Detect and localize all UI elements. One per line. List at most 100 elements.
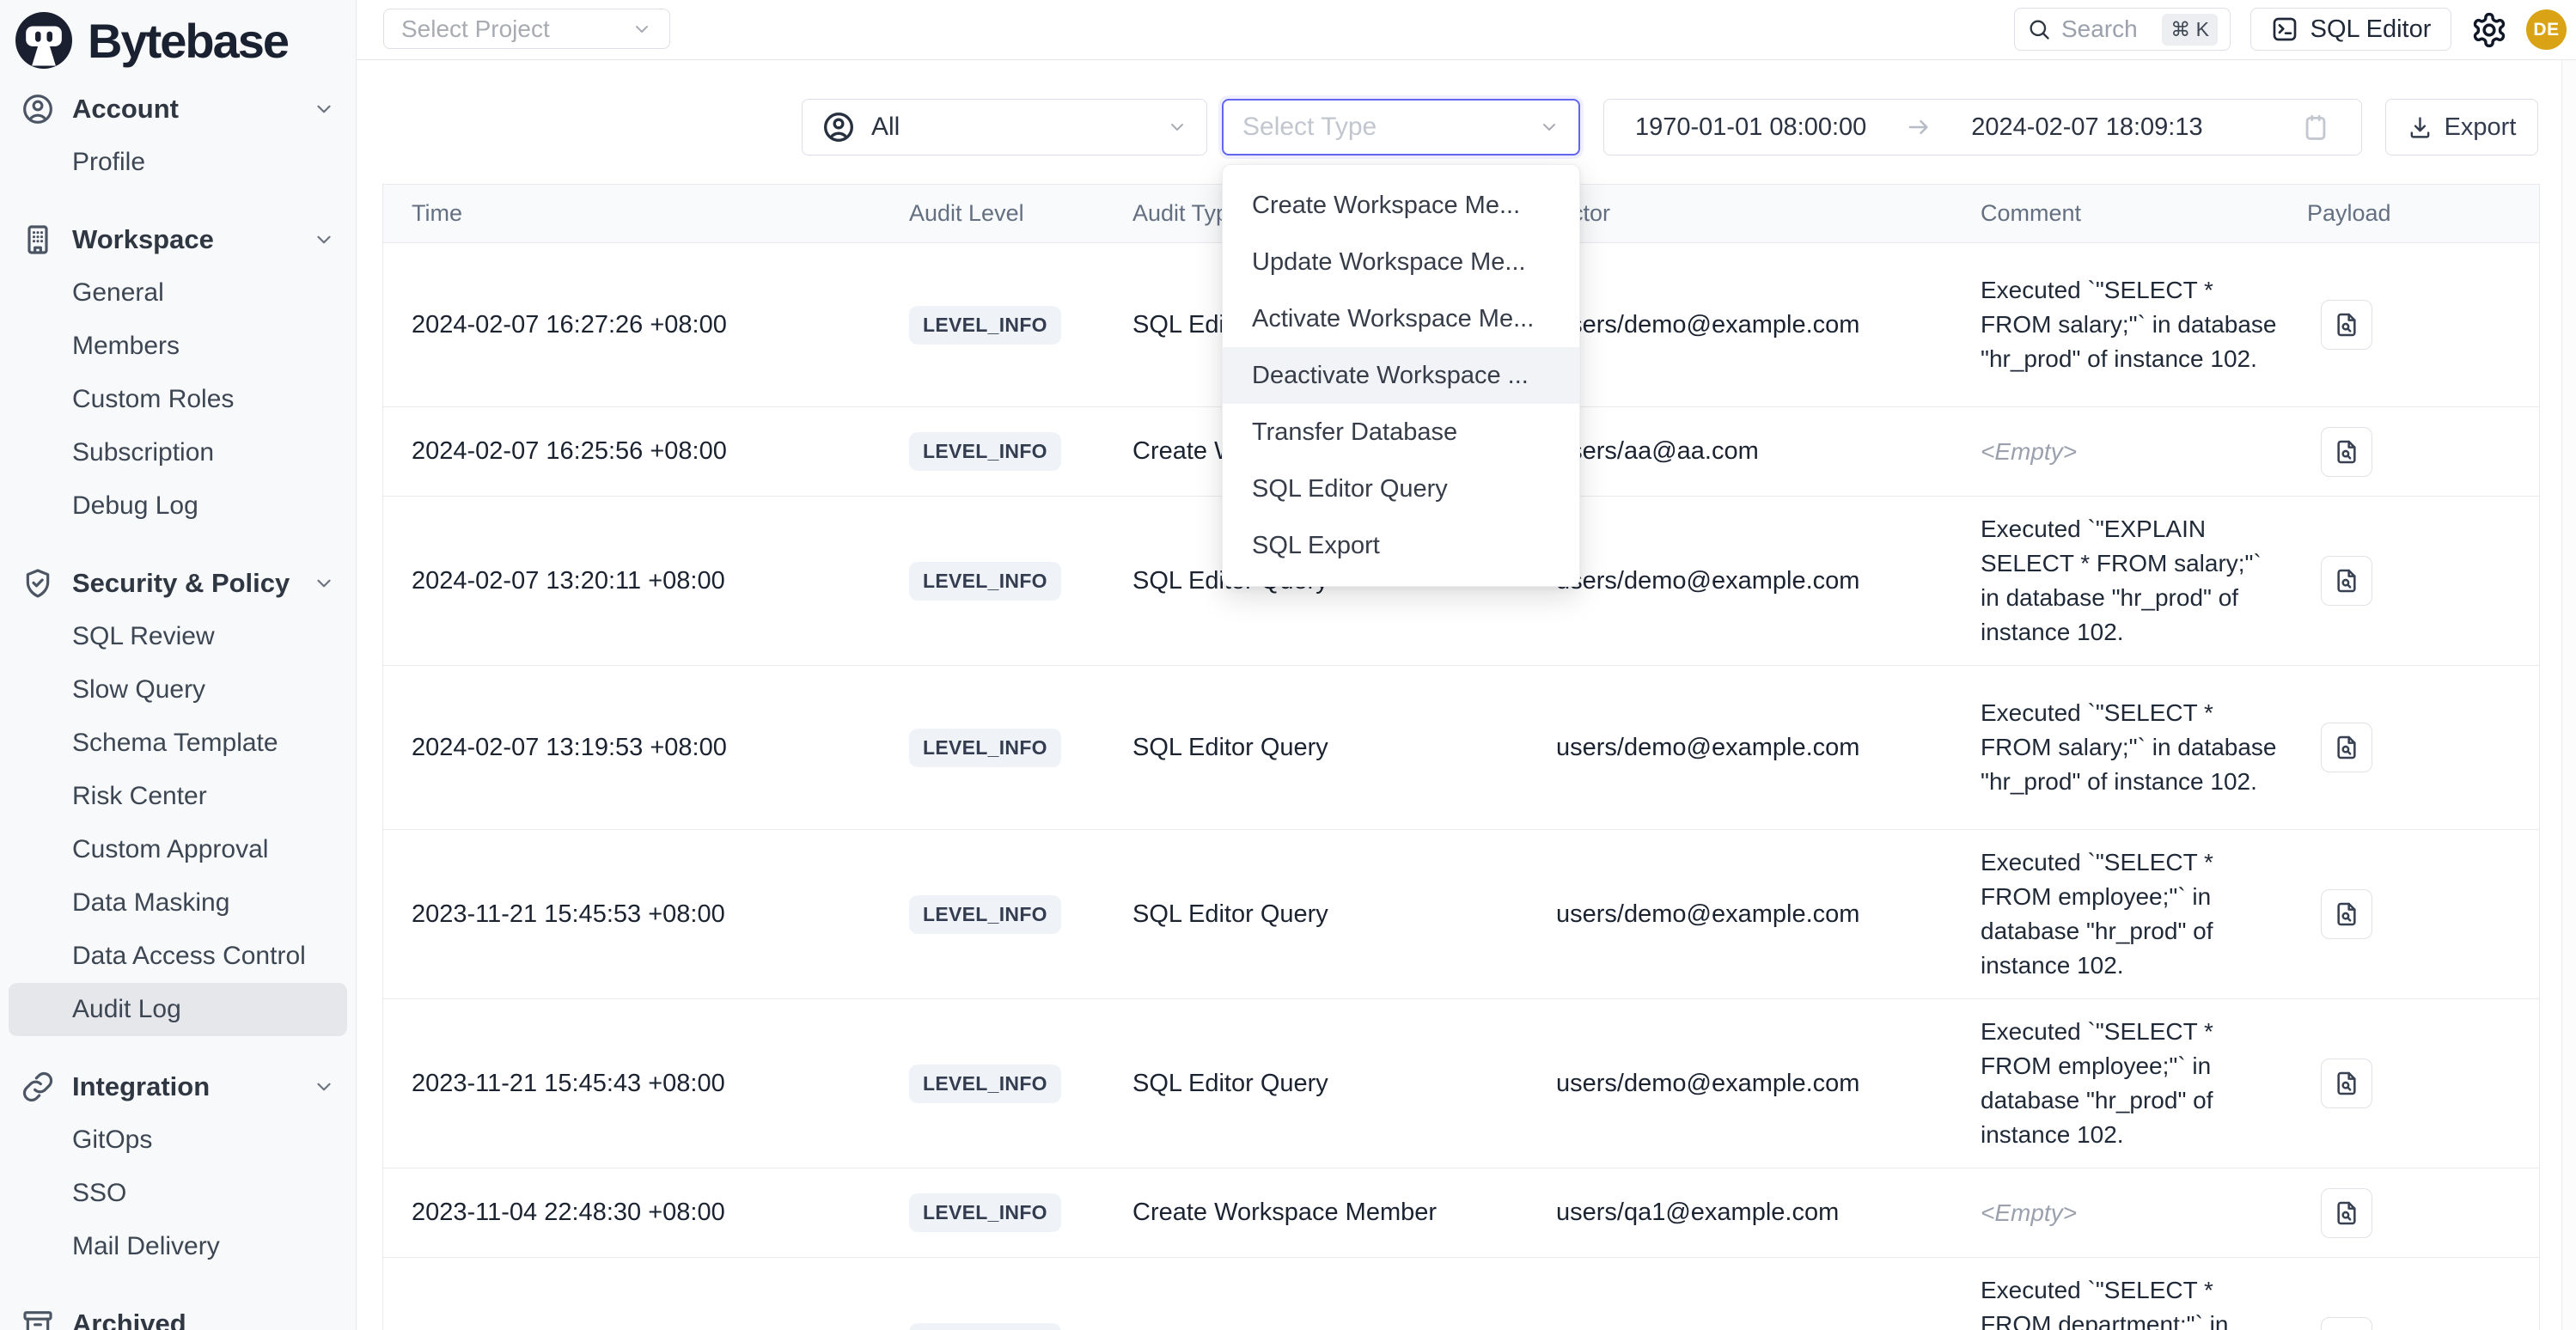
file-search-icon: [2333, 567, 2360, 595]
sidebar-item-custom-roles[interactable]: Custom Roles: [9, 373, 347, 426]
cell-actor: users/demo@example.com: [1556, 1070, 1981, 1098]
table-row: 2023-11-21 15:45:53 +08:00LEVEL_INFOSQL …: [383, 830, 2539, 999]
sidebar-item-data-access-control[interactable]: Data Access Control: [9, 930, 347, 983]
payload-view-button[interactable]: [2321, 723, 2372, 772]
cell-payload: [2307, 1059, 2539, 1108]
sidebar-section-header-account[interactable]: Account: [9, 82, 347, 136]
payload-view-button[interactable]: [2321, 1188, 2372, 1238]
sidebar-item-data-masking[interactable]: Data Masking: [9, 876, 347, 930]
table-row: 2024-02-07 13:19:53 +08:00LEVEL_INFOSQL …: [383, 666, 2539, 830]
payload-view-button[interactable]: [2321, 300, 2372, 350]
cell-audit-level: LEVEL_INFO: [909, 562, 1132, 601]
date-range-picker[interactable]: 1970-01-01 08:00:00 2024-02-07 18:09:13: [1603, 99, 2362, 156]
type-option-sql-editor-query[interactable]: SQL Editor Query: [1223, 461, 1579, 517]
cell-payload: [2307, 723, 2539, 772]
cell-time: 2023-11-21 15:45:53 +08:00: [412, 900, 909, 929]
sidebar-item-subscription[interactable]: Subscription: [9, 426, 347, 479]
audit-level-badge: LEVEL_INFO: [909, 562, 1061, 601]
logo[interactable]: Bytebase: [0, 0, 356, 77]
sidebar-item-gitops[interactable]: GitOps: [9, 1113, 347, 1167]
archive-icon: [21, 1307, 55, 1330]
sidebar-item-sso[interactable]: SSO: [9, 1167, 347, 1220]
cell-comment: <Empty>: [1981, 419, 2307, 485]
sidebar-item-sql-review[interactable]: SQL Review: [9, 610, 347, 663]
cell-time: 2024-02-07 16:27:26 +08:00: [412, 311, 909, 339]
cell-time: 2023-11-21 15:45:43 +08:00: [412, 1070, 909, 1098]
sidebar-item-profile[interactable]: Profile: [9, 136, 347, 189]
cell-audit-type: SQL Editor Query: [1132, 900, 1556, 929]
payload-view-button[interactable]: [2321, 427, 2372, 477]
cell-actor: users/aa@aa.com: [1556, 437, 1981, 466]
cell-audit-level: LEVEL_INFO: [909, 1323, 1132, 1330]
actor-filter-select[interactable]: All: [802, 99, 1207, 156]
cell-actor: users/demo@example.com: [1556, 567, 1981, 595]
sidebar-item-debug-log[interactable]: Debug Log: [9, 479, 347, 533]
type-option-sql-export[interactable]: SQL Export: [1223, 517, 1579, 574]
sidebar-section-label: Security & Policy: [72, 568, 290, 599]
sql-editor-label: SQL Editor: [2310, 15, 2432, 44]
sidebar-section-header-workspace[interactable]: Workspace: [9, 213, 347, 266]
sidebar-item-label: Custom Roles: [72, 385, 234, 414]
chevron-down-icon: [1167, 117, 1187, 137]
sidebar-section-label: Workspace: [72, 224, 214, 255]
table-row: 2023-11-21 15:45:43 +08:00LEVEL_INFOSQL …: [383, 999, 2539, 1168]
payload-view-button[interactable]: [2321, 889, 2372, 939]
sidebar-item-slow-query[interactable]: Slow Query: [9, 663, 347, 717]
table-row: 2023-11-04 01:26:24 +08:00LEVEL_INFOSQL …: [383, 1258, 2539, 1330]
type-filter-placeholder: Select Type: [1242, 113, 1377, 142]
date-to-value[interactable]: 2024-02-07 18:09:13: [1971, 113, 2202, 142]
gear-icon[interactable]: [2470, 11, 2508, 49]
sidebar-item-label: Profile: [72, 148, 145, 177]
file-search-icon: [2333, 1070, 2360, 1097]
cell-comment: Executed `"SELECT * FROM salary;"` in da…: [1981, 258, 2307, 392]
sidebar-item-label: Debug Log: [72, 491, 198, 521]
cell-audit-type: Create Workspace Member: [1132, 1199, 1556, 1227]
cell-comment: Executed `"SELECT * FROM employee;"` in …: [1981, 999, 2307, 1168]
sidebar-nav: Account Profile Workspace General Members Cus…: [0, 77, 356, 1330]
file-search-icon: [2333, 734, 2360, 761]
cell-payload: [2307, 1188, 2539, 1238]
type-option-deactivate-workspace[interactable]: Deactivate Workspace ...: [1223, 347, 1579, 404]
cell-actor: users/qa1@example.com: [1556, 1199, 1981, 1227]
payload-view-button[interactable]: [2321, 1059, 2372, 1108]
cell-payload: [2307, 300, 2539, 350]
search-input[interactable]: Search ⌘ K: [2014, 8, 2231, 51]
sidebar-item-risk-center[interactable]: Risk Center: [9, 770, 347, 823]
sidebar-item-members[interactable]: Members: [9, 320, 347, 373]
cell-comment: Executed `"SELECT * FROM employee;"` in …: [1981, 830, 2307, 998]
column-header-comment: Comment: [1981, 200, 2307, 227]
type-option-update-workspace-me[interactable]: Update Workspace Me...: [1223, 234, 1579, 290]
payload-view-button[interactable]: [2321, 556, 2372, 606]
type-option-transfer-database[interactable]: Transfer Database: [1223, 404, 1579, 461]
audit-level-badge: LEVEL_INFO: [909, 432, 1061, 471]
cell-audit-level: LEVEL_INFO: [909, 729, 1132, 767]
export-label: Export: [2445, 113, 2517, 142]
sidebar-item-general[interactable]: General: [9, 266, 347, 320]
sidebar-item-mail-delivery[interactable]: Mail Delivery: [9, 1220, 347, 1273]
sql-editor-button[interactable]: SQL Editor: [2250, 8, 2451, 51]
audit-level-badge: LEVEL_INFO: [909, 1193, 1061, 1232]
cell-audit-level: LEVEL_INFO: [909, 895, 1132, 934]
cell-comment: Executed `"SELECT * FROM salary;"` in da…: [1981, 680, 2307, 814]
sidebar-item-audit-log[interactable]: Audit Log: [9, 983, 347, 1036]
cell-comment: Executed `"SELECT * FROM department;"` i…: [1981, 1258, 2307, 1330]
scrollbar[interactable]: [2561, 60, 2576, 1330]
type-option-create-workspace-me[interactable]: Create Workspace Me...: [1223, 177, 1579, 234]
cell-comment: Executed `"EXPLAIN SELECT * FROM salary;…: [1981, 497, 2307, 665]
payload-view-button[interactable]: [2321, 1317, 2372, 1330]
project-select[interactable]: Select Project: [383, 9, 670, 49]
export-button[interactable]: Export: [2385, 99, 2538, 156]
chevron-down-icon: [313, 229, 335, 251]
cell-audit-type: SQL Editor Query: [1132, 734, 1556, 762]
sidebar-section-header-security-policy[interactable]: Security & Policy: [9, 557, 347, 610]
type-option-activate-workspace-me[interactable]: Activate Workspace Me...: [1223, 290, 1579, 347]
avatar[interactable]: DE: [2526, 9, 2567, 50]
sidebar-item-label: Members: [72, 332, 180, 361]
sidebar-section-header-integration[interactable]: Integration: [9, 1060, 347, 1113]
date-from-value[interactable]: 1970-01-01 08:00:00: [1635, 113, 1866, 142]
sidebar-section-header-archived[interactable]: Archived: [9, 1297, 347, 1330]
sidebar-item-label: SSO: [72, 1179, 126, 1208]
sidebar-item-custom-approval[interactable]: Custom Approval: [9, 823, 347, 876]
type-filter-select[interactable]: Select Type: [1222, 99, 1580, 156]
sidebar-item-schema-template[interactable]: Schema Template: [9, 717, 347, 770]
